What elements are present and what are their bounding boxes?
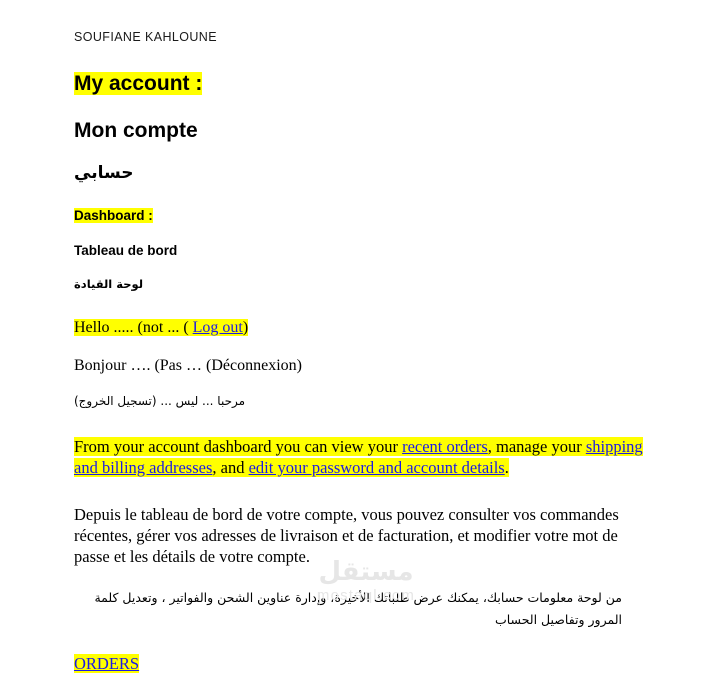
heading-my-account-fr: Mon compte [74,119,198,142]
greeting-en-suffix: ) [242,319,249,336]
heading-dashboard-en: Dashboard : [74,207,652,225]
greeting-en-highlight: Hello ..... (not ... ( Log out) [74,319,249,336]
heading-dashboard-en-text: Dashboard : [74,208,153,223]
intro-paragraph-ar: من لوحة معلومات حسابك، يمكنك عرض طلباتك … [94,590,622,627]
intro-paragraph-fr: Depuis le tableau de bord de votre compt… [74,505,619,566]
heading-my-account-ar: حسابي [74,163,134,183]
intro-en-seg3: , and [212,458,249,477]
intro-en-seg1: From your account dashboard you can view… [74,437,403,456]
author-byline: SOUFIANE KAHLOUNE [74,30,217,44]
intro-en-seg4: . [504,458,509,477]
orders-link[interactable]: ORDERS [74,654,139,673]
heading-dashboard-fr: Tableau de bord [74,243,178,258]
greeting-line-fr: Bonjour …. (Pas … (Déconnexion) [74,357,302,374]
orders-heading: ORDERS [74,653,652,674]
greeting-line-ar: مرحبا ... ليس ... (تسجيل الخروج) [74,394,246,408]
intro-en-seg2: , manage your [487,437,586,456]
log-out-link[interactable]: Log out [193,319,243,336]
document-page: SOUFIANE KAHLOUNE My account : Mon compt… [0,0,718,673]
edit-password-account-details-link[interactable]: edit your password and account details [249,458,505,477]
intro-paragraph-en: From your account dashboard you can view… [74,436,652,478]
intro-en-highlight: From your account dashboard you can view… [74,437,643,477]
orders-highlight: ORDERS [74,654,140,673]
document-content: SOUFIANE KAHLOUNE My account : Mon compt… [74,0,652,674]
greeting-line-en: Hello ..... (not ... ( Log out) [74,318,652,338]
heading-my-account-en: My account : [74,71,652,97]
heading-my-account-en-text: My account : [74,72,203,95]
recent-orders-link[interactable]: recent orders [402,437,488,456]
heading-dashboard-ar: لوحة القيادة [74,277,144,291]
greeting-en-prefix: Hello ..... (not ... ( [74,319,193,336]
